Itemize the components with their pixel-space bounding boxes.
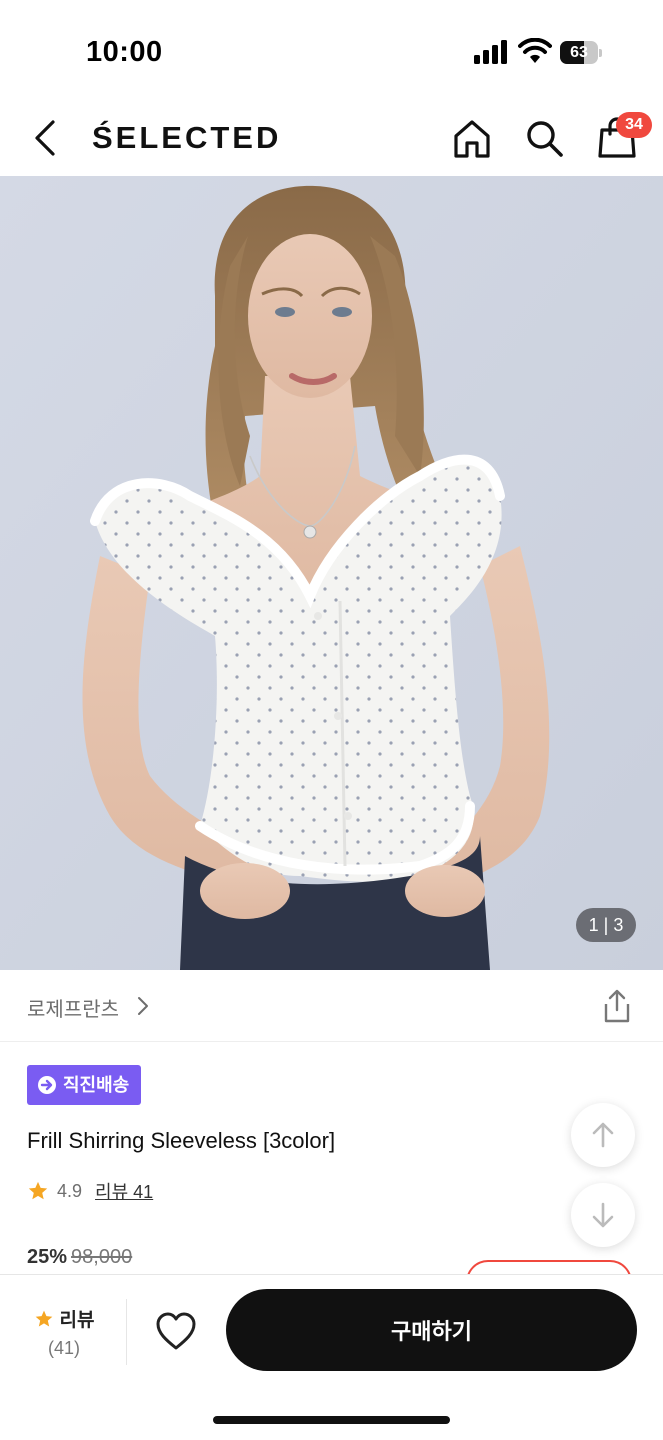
- brand-row: 로제프란츠: [0, 970, 663, 1042]
- review-summary-top: 리뷰: [28, 1305, 100, 1332]
- search-icon[interactable]: [522, 116, 566, 160]
- price-row: 25% 98,000: [27, 1246, 132, 1269]
- review-summary-button[interactable]: 리뷰 (41): [28, 1305, 100, 1365]
- product-photo: [0, 176, 663, 970]
- signal-icon: [474, 40, 507, 64]
- top-nav: ŚELECTED: [0, 100, 663, 176]
- status-time: 10:00: [86, 36, 163, 68]
- review-summary-count: (41): [47, 1338, 80, 1358]
- delivery-tag: 직진배송: [27, 1065, 142, 1105]
- heart-icon[interactable]: [152, 1307, 200, 1355]
- rating-value: 4.9: [57, 1180, 83, 1201]
- battery-body: 63: [560, 41, 598, 64]
- scroll-bottom-button[interactable]: [571, 1183, 635, 1247]
- delivery-tag-label: 직진배송: [63, 1075, 130, 1095]
- share-icon[interactable]: [600, 988, 634, 1024]
- product-title: Frill Shirring Sleeveless [3color]: [27, 1128, 336, 1153]
- battery-icon: 63: [560, 41, 602, 64]
- brand-link[interactable]: 로제프란츠: [27, 993, 119, 1022]
- status-bar: 10:00 63: [0, 0, 663, 100]
- battery-percent: 63: [570, 44, 588, 61]
- review-link[interactable]: 리뷰 41: [95, 1178, 153, 1204]
- cart-count-badge: 34: [616, 112, 652, 138]
- brand-logo[interactable]: ŚELECTED: [92, 120, 281, 156]
- discount-rate: 25%: [27, 1246, 68, 1268]
- battery-cap: [599, 49, 602, 57]
- home-icon[interactable]: [450, 116, 494, 160]
- home-indicator: [213, 1416, 450, 1424]
- scroll-top-button[interactable]: [571, 1103, 635, 1167]
- arrow-up-icon: [592, 1122, 614, 1148]
- star-icon: [35, 1310, 52, 1326]
- review-summary-label: 리뷰: [59, 1310, 95, 1331]
- star-icon: [28, 1181, 48, 1200]
- chevron-right-icon[interactable]: [136, 996, 150, 1016]
- delivery-icon: [38, 1076, 56, 1094]
- buy-button[interactable]: 구매하기: [226, 1289, 637, 1371]
- original-price: 98,000: [71, 1246, 133, 1268]
- back-icon[interactable]: [26, 118, 66, 158]
- image-counter: 1 | 3: [576, 908, 636, 942]
- divider: [126, 1299, 127, 1365]
- arrow-down-icon: [592, 1202, 614, 1228]
- product-image-carousel[interactable]: 1 | 3: [0, 176, 663, 970]
- rating-row: 4.9 리뷰 41: [27, 1178, 153, 1204]
- wifi-icon: [518, 38, 552, 63]
